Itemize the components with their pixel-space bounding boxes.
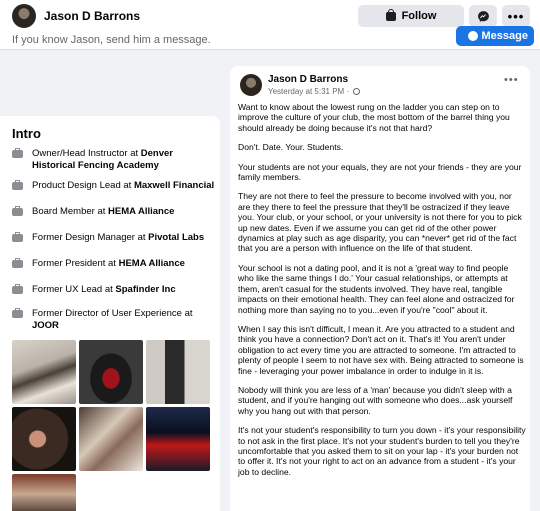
profile-avatar[interactable]: [12, 4, 36, 28]
post-paragraph: They are not there to feel the pressure …: [238, 191, 522, 254]
briefcase-icon: [12, 308, 23, 318]
post-paragraph: Nobody will think you are less of a 'man…: [238, 384, 513, 416]
intro-item: Former President at HEMA Alliance: [12, 258, 216, 270]
globe-icon: [353, 88, 361, 95]
intro-item-org[interactable]: HEMA Alliance: [108, 206, 174, 217]
more-icon: •••: [507, 8, 525, 24]
intro-item: Owner/Head Instructor at Denver Historic…: [12, 148, 216, 172]
intro-item-org[interactable]: HEMA Alliance: [119, 258, 185, 269]
intro-item-org[interactable]: Maxwell Financial: [134, 180, 214, 191]
messenger-icon: [477, 10, 489, 22]
post-paragraph: Don't. Date. Your. Students.: [238, 142, 344, 153]
post-paragraph: When I say this isn't difficult, I mean …: [238, 323, 524, 376]
intro-item-org[interactable]: Pivotal Labs: [148, 232, 204, 243]
profile-name[interactable]: Jason D Barrons: [44, 9, 140, 23]
intro-item-org[interactable]: Spafinder Inc: [115, 284, 175, 295]
post-paragraph: Your school is not a dating pool, and it…: [238, 262, 515, 315]
message-button-label: Message: [481, 30, 528, 42]
post-paragraph: Your students are not your equals, they …: [238, 161, 522, 183]
intro-card: Intro Owner/Head Instructor at Denver Hi…: [0, 116, 220, 511]
briefcase-icon: [12, 258, 23, 268]
briefcase-icon: [12, 232, 23, 242]
intro-item: Former Director of User Experience at JO…: [12, 308, 216, 332]
photo-thumbnail[interactable]: [79, 407, 143, 471]
post-paragraph: Want to know about the lowest rung on th…: [238, 102, 510, 133]
photo-thumbnail[interactable]: [12, 474, 76, 511]
briefcase-icon: [12, 284, 23, 294]
follow-button-label: Follow: [401, 10, 437, 22]
photo-thumbnail[interactable]: [146, 340, 210, 404]
photo-thumbnail[interactable]: [12, 340, 76, 404]
photo-thumbnail[interactable]: [79, 340, 143, 404]
intro-heading: Intro: [12, 126, 41, 141]
follow-icon: [385, 8, 396, 21]
briefcase-icon: [12, 148, 23, 158]
post-card: Jason D Barrons Yesterday at 5:31 PM · •…: [230, 66, 530, 511]
intro-item-org[interactable]: JOOR: [32, 320, 59, 331]
photo-thumbnail[interactable]: [12, 407, 76, 471]
intro-item: Board Member at HEMA Alliance: [12, 206, 216, 218]
messenger-button[interactable]: [469, 5, 497, 27]
intro-item: Former Design Manager at Pivotal Labs: [12, 232, 216, 244]
post-paragraph: It's not your student's responsibility t…: [238, 425, 526, 477]
intro-item: Product Design Lead at Maxwell Financial: [12, 180, 216, 192]
post-meta: Yesterday at 5:31 PM ·: [268, 87, 361, 96]
message-icon: [467, 31, 478, 41]
intro-item: Former UX Lead at Spafinder Inc: [12, 284, 216, 296]
post-more-icon[interactable]: •••: [504, 74, 519, 86]
briefcase-icon: [12, 206, 23, 216]
message-hint-text: If you know Jason, send him a message.: [12, 34, 211, 46]
briefcase-icon: [12, 180, 23, 190]
post-body: Want to know about the lowest rung on th…: [238, 102, 526, 486]
post-timestamp[interactable]: Yesterday at 5:31 PM: [268, 87, 344, 96]
message-button[interactable]: Message: [456, 26, 534, 46]
message-hint-bar: If you know Jason, send him a message. M…: [0, 26, 540, 50]
photo-thumbnail[interactable]: [146, 407, 210, 471]
post-author-avatar[interactable]: [240, 74, 262, 96]
follow-button[interactable]: Follow: [358, 5, 464, 27]
more-options-button[interactable]: •••: [502, 5, 530, 27]
post-author-name[interactable]: Jason D Barrons: [268, 74, 348, 85]
